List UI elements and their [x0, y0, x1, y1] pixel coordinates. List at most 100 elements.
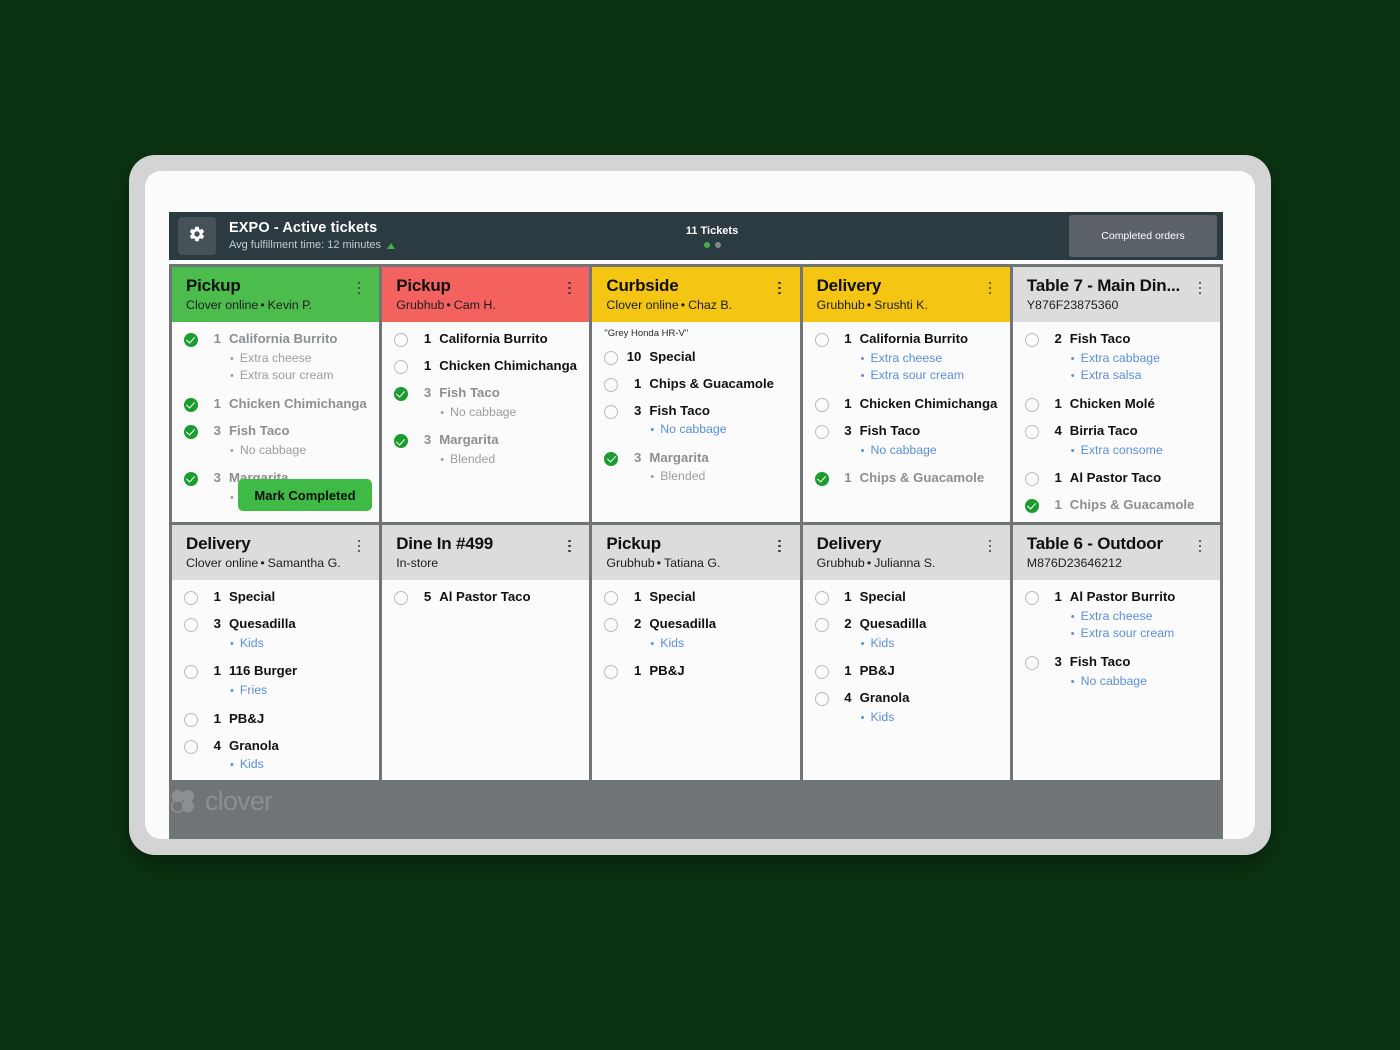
item-unchecked-icon[interactable] — [814, 398, 829, 413]
ticket-item[interactable]: 3 Fish Taco • No cabbage — [184, 423, 369, 459]
ticket-card[interactable]: Delivery Clover online • Samantha G. 1 Specia… — [172, 525, 380, 780]
ticket-item[interactable]: 1 Al Pastor Taco — [1024, 470, 1210, 487]
ticket-item[interactable]: 3 Fish Taco • No cabbage — [814, 423, 1000, 459]
ticket-overflow-menu-icon[interactable] — [1192, 536, 1208, 556]
item-unchecked-icon[interactable] — [604, 591, 619, 606]
ticket-item[interactable]: 1 116 Burger • Fries — [184, 663, 369, 699]
ticket-item[interactable]: 1 Special — [604, 589, 789, 606]
ticket-item[interactable]: 2 Quesadilla • Kids — [604, 616, 789, 652]
ticket-item[interactable]: 1 California Burrito — [394, 331, 579, 348]
item-unchecked-icon[interactable] — [604, 618, 619, 633]
item-checked-icon[interactable] — [184, 398, 198, 413]
item-checked-icon[interactable] — [814, 472, 829, 487]
ticket-item[interactable]: 1 Special — [814, 589, 1000, 606]
ticket-item[interactable]: 1 Chips & Guacamole — [1024, 497, 1210, 514]
ticket-overflow-menu-icon[interactable] — [772, 536, 788, 556]
ticket-item[interactable]: 1 Chips & Guacamole — [814, 470, 1000, 487]
ticket-source: Clover online — [186, 555, 259, 570]
item-unchecked-icon[interactable] — [814, 618, 829, 633]
ticket-item[interactable]: 3 Margarita • Blended — [604, 450, 789, 486]
ticket-overflow-menu-icon[interactable] — [982, 278, 998, 298]
item-unchecked-icon[interactable] — [814, 692, 829, 707]
item-unchecked-icon[interactable] — [814, 591, 829, 606]
item-unchecked-icon[interactable] — [184, 618, 198, 633]
item-checked-icon[interactable] — [394, 387, 409, 402]
item-unchecked-icon[interactable] — [604, 665, 619, 680]
item-checked-icon[interactable] — [184, 333, 198, 348]
ticket-item[interactable]: 1 California Burrito • Extra cheese • Extra s… — [814, 331, 1000, 385]
ticket-overflow-menu-icon[interactable] — [351, 278, 367, 298]
item-checked-icon[interactable] — [184, 425, 198, 440]
ticket-item[interactable]: 5 Al Pastor Taco — [394, 589, 579, 606]
ticket-item[interactable]: 1 PB&J — [604, 663, 789, 680]
item-unchecked-icon[interactable] — [1024, 425, 1039, 440]
item-checked-icon[interactable] — [184, 472, 198, 487]
ticket-item[interactable]: 1 Chips & Guacamole — [604, 376, 789, 392]
ticket-item[interactable]: 4 Birria Taco • Extra consome — [1024, 423, 1210, 459]
ticket-overflow-menu-icon[interactable] — [772, 278, 788, 298]
ticket-card[interactable]: Dine In #499 In-store 5 Al Pastor Taco — [382, 525, 590, 780]
ticket-card[interactable]: Pickup Clover online • Kevin P. 1 California … — [172, 267, 380, 522]
item-unchecked-icon[interactable] — [814, 425, 829, 440]
ticket-item[interactable]: 2 Quesadilla • Kids — [814, 616, 1000, 652]
item-unchecked-icon[interactable] — [184, 591, 198, 606]
item-unchecked-icon[interactable] — [604, 350, 619, 365]
page-dots[interactable] — [703, 241, 721, 248]
item-unchecked-icon[interactable] — [184, 665, 198, 680]
ticket-overflow-menu-icon[interactable] — [561, 278, 577, 298]
ticket-card[interactable]: Delivery Grubhub • Srushti K. 1 California Bu… — [802, 267, 1010, 522]
ticket-header: Pickup Clover online • Kevin P. — [172, 267, 380, 323]
ticket-item[interactable]: 4 Granola • Kids — [184, 738, 369, 774]
ticket-item[interactable]: 3 Margarita • Blended — [394, 432, 579, 468]
item-unchecked-icon[interactable] — [184, 712, 198, 727]
ticket-card[interactable]: Table 7 - Main Din... Y876F23875360 2 Fish … — [1012, 267, 1220, 522]
ticket-item[interactable]: 1 Chicken Chimichanga — [184, 396, 369, 413]
ticket-item[interactable]: 2 Fish Taco • Extra cabbage • Extra salsa — [1024, 331, 1210, 385]
ticket-item[interactable]: 3 Fish Taco • No cabbage — [604, 403, 789, 439]
item-unchecked-icon[interactable] — [394, 360, 409, 375]
settings-button[interactable] — [178, 217, 216, 255]
page-dot-2[interactable] — [714, 241, 721, 248]
item-checked-icon[interactable] — [1024, 499, 1039, 514]
ticket-item[interactable]: 1 PB&J — [814, 663, 1000, 680]
ticket-item[interactable]: 3 Fish Taco • No cabbage — [394, 385, 579, 421]
ticket-item[interactable]: 1 Chicken Chimichanga — [814, 396, 1000, 413]
ticket-card[interactable]: Pickup Grubhub • Cam H. 1 California Burrito 1… — [382, 267, 590, 522]
page-dot-1[interactable] — [703, 241, 710, 248]
ticket-item[interactable]: 1 Chicken Chimichanga — [394, 358, 579, 375]
item-unchecked-icon[interactable] — [1024, 398, 1039, 413]
ticket-overflow-menu-icon[interactable] — [982, 536, 998, 556]
item-checked-icon[interactable] — [604, 451, 619, 466]
ticket-item[interactable]: 1 California Burrito • Extra cheese • Extra s… — [184, 331, 369, 385]
ticket-item[interactable]: 1 Al Pastor Burrito • Extra cheese • Extra so… — [1024, 589, 1210, 643]
item-unchecked-icon[interactable] — [394, 591, 409, 606]
item-unchecked-icon[interactable] — [814, 333, 829, 348]
ticket-item[interactable]: 3 Quesadilla • Kids — [184, 616, 369, 652]
item-unchecked-icon[interactable] — [814, 665, 829, 680]
ticket-card[interactable]: Table 6 - Outdoor M876D23646212 1 Al Pastor… — [1012, 525, 1220, 780]
item-unchecked-icon[interactable] — [1024, 591, 1039, 606]
ticket-item[interactable]: 1 PB&J — [184, 711, 369, 727]
ticket-item[interactable]: 4 Granola • Kids — [814, 690, 1000, 726]
ticket-overflow-menu-icon[interactable] — [561, 536, 577, 556]
ticket-card[interactable]: Delivery Grubhub • Julianna S. 1 Special 2 Ques… — [802, 525, 1010, 780]
ticket-item[interactable]: 1 Chicken Molé — [1024, 396, 1210, 413]
ticket-item[interactable]: 1 Special — [184, 589, 369, 606]
ticket-item[interactable]: 10 Special — [604, 349, 789, 365]
ticket-header: Delivery Grubhub • Srushti K. — [802, 267, 1010, 323]
ticket-overflow-menu-icon[interactable] — [351, 536, 367, 556]
ticket-item[interactable]: 3 Fish Taco • No cabbage — [1024, 654, 1210, 690]
item-unchecked-icon[interactable] — [604, 404, 619, 419]
item-unchecked-icon[interactable] — [1024, 333, 1039, 348]
item-unchecked-icon[interactable] — [394, 333, 409, 348]
item-checked-icon[interactable] — [394, 434, 409, 449]
completed-orders-button[interactable]: Completed orders — [1069, 215, 1217, 257]
item-unchecked-icon[interactable] — [184, 739, 198, 754]
ticket-card[interactable]: Pickup Grubhub • Tatiana G. 1 Special 2 Quesadi… — [592, 525, 800, 780]
item-unchecked-icon[interactable] — [1024, 472, 1039, 487]
ticket-card[interactable]: Curbside Clover online • Chaz B. "Grey Honda… — [592, 267, 800, 522]
item-unchecked-icon[interactable] — [1024, 656, 1039, 671]
item-unchecked-icon[interactable] — [604, 377, 619, 392]
ticket-overflow-menu-icon[interactable] — [1192, 278, 1208, 298]
mark-completed-button[interactable]: Mark Completed — [238, 479, 372, 511]
